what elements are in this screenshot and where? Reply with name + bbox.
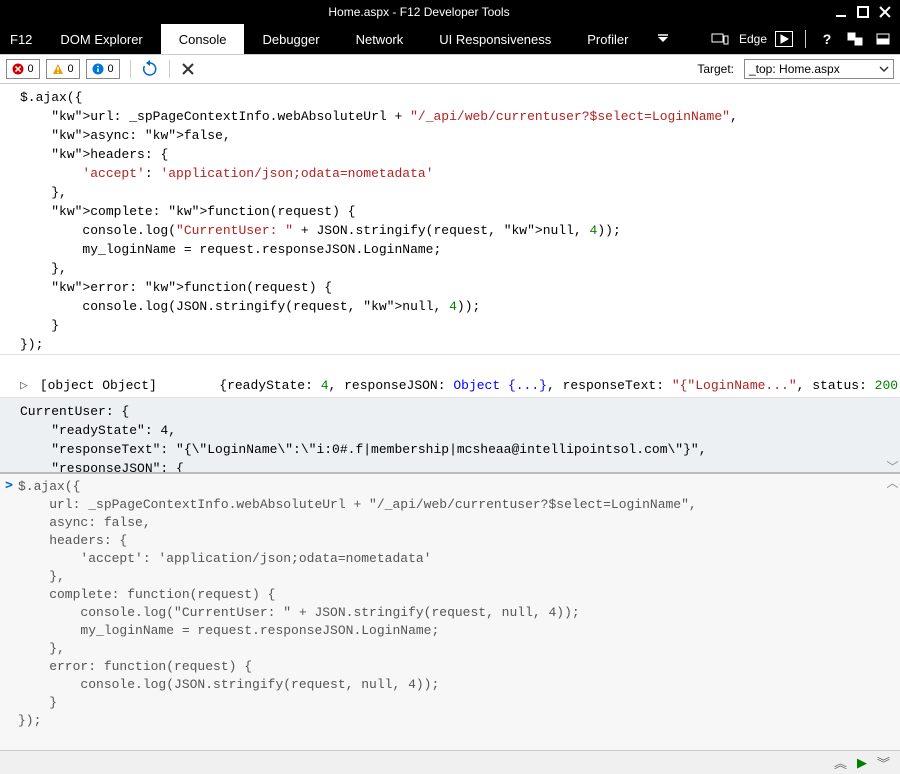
tab-profiler[interactable]: Profiler [569, 24, 646, 54]
tab-network[interactable]: Network [338, 24, 422, 54]
scroll-up-icon[interactable]: ︿ [885, 474, 900, 490]
window-title: Home.aspx - F12 Developer Tools [4, 5, 834, 19]
console-log-block: CurrentUser: { "readyState": 4, "respons… [0, 397, 900, 472]
console-toolbar: 0 0 0 Target: _top: Home.aspx [0, 54, 900, 84]
info-badge[interactable]: 0 [86, 59, 120, 79]
maximize-icon[interactable] [856, 5, 870, 19]
tab-dom-explorer[interactable]: DOM Explorer [42, 24, 160, 54]
error-badge[interactable]: 0 [6, 59, 40, 79]
target-select[interactable]: _top: Home.aspx [744, 59, 894, 79]
target-label: Target: [697, 62, 734, 76]
run-icon[interactable] [773, 28, 795, 50]
collapse-up-icon[interactable]: ︽ [834, 753, 847, 772]
browser-mode-label: Edge [739, 32, 767, 46]
tab-debugger[interactable]: Debugger [244, 24, 337, 54]
info-count: 0 [107, 63, 113, 75]
expand-icon[interactable]: ▷ [20, 376, 32, 395]
warning-count: 0 [67, 63, 73, 75]
chevron-down-icon [879, 64, 889, 74]
warning-badge[interactable]: 0 [46, 59, 80, 79]
refresh-icon[interactable] [141, 60, 159, 78]
dock-icon[interactable] [844, 28, 866, 50]
input-controls: ︽ ▶ ︾ [0, 750, 900, 774]
console-input[interactable]: $.ajax({ url: _spPageContextInfo.webAbso… [18, 474, 884, 750]
f12-label[interactable]: F12 [0, 24, 42, 54]
console-code-block: $.ajax({ "kw">url: _spPageContextInfo.we… [0, 88, 900, 354]
clear-icon[interactable] [180, 61, 196, 77]
close-icon[interactable] [878, 5, 892, 19]
tab-console[interactable]: Console [161, 24, 245, 54]
menubar: F12 DOM Explorer Console Debugger Networ… [0, 24, 900, 54]
scroll-down-icon[interactable]: ﹀ [885, 458, 900, 474]
titlebar: Home.aspx - F12 Developer Tools [0, 0, 900, 24]
tab-ui-responsiveness[interactable]: UI Responsiveness [421, 24, 569, 54]
target-value: _top: Home.aspx [749, 62, 840, 76]
input-prompt-icon: > [0, 474, 18, 493]
help-icon[interactable]: ? [816, 28, 838, 50]
console-input-pane: > $.ajax({ url: _spPageContextInfo.webAb… [0, 472, 900, 774]
pin-icon[interactable] [872, 28, 894, 50]
emulation-icon[interactable] [709, 28, 731, 50]
collapse-down-icon[interactable]: ︾ [877, 753, 890, 772]
object-label: [object Object] [40, 378, 157, 393]
console-object-row[interactable]: ▷ [object Object] {readyState: 4, respon… [0, 354, 900, 397]
console-output[interactable]: $.ajax({ "kw">url: _spPageContextInfo.we… [0, 84, 900, 472]
overflow-icon[interactable] [646, 24, 680, 54]
run-script-icon[interactable]: ▶ [857, 755, 867, 771]
minimize-icon[interactable] [834, 5, 848, 19]
error-count: 0 [27, 63, 33, 75]
